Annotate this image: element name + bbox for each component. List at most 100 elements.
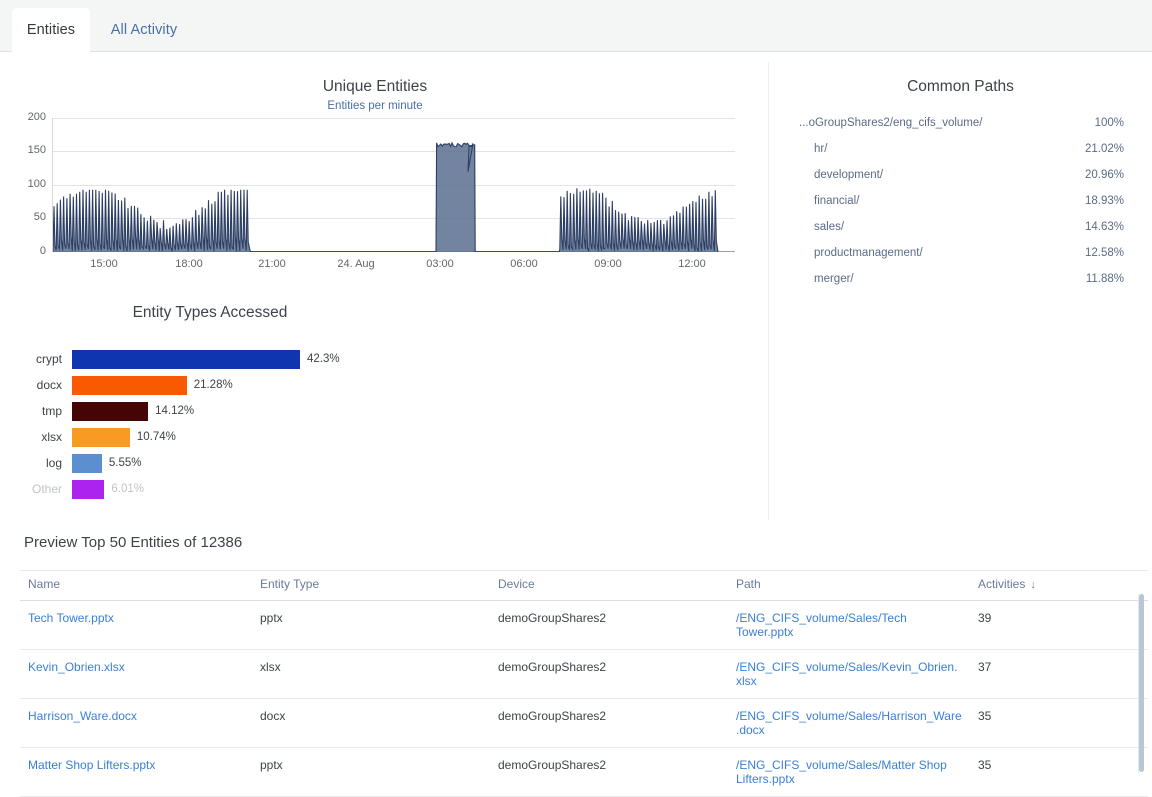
tab-all-activity[interactable]: All Activity xyxy=(96,8,192,52)
bar-label-tmp: tmp xyxy=(0,404,72,418)
bar-value-crypt: 42.3% xyxy=(300,353,340,365)
entity-path-link[interactable]: /ENG_CIFS_volume/Sales/Matter Shop Lifte… xyxy=(728,748,970,797)
bar-fill-docx xyxy=(72,376,187,395)
entity-name-link[interactable]: Harrison_Ware.docx xyxy=(20,699,252,748)
entity-name-link[interactable]: Tech Tower.pptx xyxy=(20,601,252,650)
table-header-row: Name Entity Type Device Path Activities↓ xyxy=(20,571,1148,601)
common-path-name: development/ xyxy=(769,169,1074,181)
entities-table: Name Entity Type Device Path Activities↓… xyxy=(20,570,1148,797)
common-path-percent: 12.58% xyxy=(1074,247,1152,259)
bar-label-crypt: crypt xyxy=(0,352,72,366)
entity-type-cell: docx xyxy=(252,699,490,748)
common-path-row[interactable]: ...oGroupShares2/eng_cifs_volume/100% xyxy=(769,110,1152,136)
tab-entities[interactable]: Entities xyxy=(12,8,90,52)
y-tick-100: 100 xyxy=(6,178,46,190)
column-header-entity-type[interactable]: Entity Type xyxy=(252,571,490,601)
common-path-name: sales/ xyxy=(769,221,1074,233)
bar-value-other: 6.01% xyxy=(104,483,144,495)
x-tick-2: 21:00 xyxy=(258,258,286,270)
x-tick-7: 12:00 xyxy=(678,258,706,270)
bar-value-log: 5.55% xyxy=(102,457,142,469)
entity-type-cell: pptx xyxy=(252,601,490,650)
bar-fill-xlsx xyxy=(72,428,130,447)
bar-value-xlsx: 10.74% xyxy=(130,431,176,443)
table-row[interactable]: Tech Tower.pptxpptxdemoGroupShares2/ENG_… xyxy=(20,601,1148,650)
common-path-row[interactable]: productmanagement/12.58% xyxy=(769,240,1152,266)
activities-cell: 35 xyxy=(970,699,1148,748)
x-tick-6: 09:00 xyxy=(594,258,622,270)
bar-row-tmp[interactable]: tmp 14.12% xyxy=(0,400,194,422)
y-axis-labels: 200 150 100 50 0 xyxy=(0,118,46,252)
bar-row-log[interactable]: log 5.55% xyxy=(0,452,142,474)
device-cell: demoGroupShares2 xyxy=(490,650,728,699)
x-tick-5: 06:00 xyxy=(510,258,538,270)
common-path-name: hr/ xyxy=(769,143,1074,155)
common-path-row[interactable]: financial/18.93% xyxy=(769,188,1152,214)
bar-label-log: log xyxy=(0,456,72,470)
entity-type-cell: xlsx xyxy=(252,650,490,699)
common-paths-panel: Common Paths ...oGroupShares2/eng_cifs_v… xyxy=(769,62,1152,312)
common-path-percent: 11.88% xyxy=(1074,273,1152,285)
device-cell: demoGroupShares2 xyxy=(490,748,728,797)
table-scrollbar-thumb[interactable] xyxy=(1139,594,1144,772)
common-path-percent: 18.93% xyxy=(1074,195,1152,207)
bar-fill-tmp xyxy=(72,402,148,421)
activities-cell: 35 xyxy=(970,748,1148,797)
entity-path-link[interactable]: /ENG_CIFS_volume/Sales/Tech Tower.pptx xyxy=(728,601,970,650)
column-header-path[interactable]: Path xyxy=(728,571,970,601)
entity-path-link[interactable]: /ENG_CIFS_volume/Sales/Harrison_Ware.doc… xyxy=(728,699,970,748)
table-row[interactable]: Matter Shop Lifters.pptxpptxdemoGroupSha… xyxy=(20,748,1148,797)
common-path-row[interactable]: merger/11.88% xyxy=(769,266,1152,292)
x-tick-4: 03:00 xyxy=(426,258,454,270)
common-paths-title: Common Paths xyxy=(769,78,1152,96)
tab-all-activity-label: All Activity xyxy=(111,22,177,38)
unique-entities-title: Unique Entities xyxy=(0,78,750,96)
activities-cell: 39 xyxy=(970,601,1148,650)
common-path-percent: 14.63% xyxy=(1074,221,1152,233)
common-path-row[interactable]: sales/14.63% xyxy=(769,214,1152,240)
common-path-row[interactable]: development/20.96% xyxy=(769,162,1152,188)
bar-fill-crypt xyxy=(72,350,300,369)
common-path-percent: 20.96% xyxy=(1074,169,1152,181)
bar-row-xlsx[interactable]: xlsx 10.74% xyxy=(0,426,176,448)
bar-label-other: Other xyxy=(0,482,72,496)
column-header-activities-label: Activities xyxy=(978,577,1025,591)
common-path-percent: 100% xyxy=(1074,117,1152,129)
bar-label-xlsx: xlsx xyxy=(0,430,72,444)
unique-entities-plot-area xyxy=(52,118,734,252)
x-tick-1: 18:00 xyxy=(175,258,203,270)
entity-types-chart: Entity Types Accessed crypt42.3%docx21.2… xyxy=(0,296,768,520)
x-tick-3: 24. Aug xyxy=(337,258,374,270)
bar-label-docx: docx xyxy=(0,378,72,392)
entity-path-link[interactable]: /ENG_CIFS_volume/Sales/Kevin_Obrien.xlsx xyxy=(728,650,970,699)
table-row[interactable]: Harrison_Ware.docxdocxdemoGroupShares2/E… xyxy=(20,699,1148,748)
y-tick-50: 50 xyxy=(6,211,46,223)
table-caption: Preview Top 50 Entities of 12386 xyxy=(24,534,242,551)
common-path-name: productmanagement/ xyxy=(769,247,1074,259)
entity-type-cell: pptx xyxy=(252,748,490,797)
device-cell: demoGroupShares2 xyxy=(490,601,728,650)
bar-fill-log xyxy=(72,454,102,473)
activities-cell: 37 xyxy=(970,650,1148,699)
table-row[interactable]: Kevin_Obrien.xlsxxlsxdemoGroupShares2/EN… xyxy=(20,650,1148,699)
bar-value-docx: 21.28% xyxy=(187,379,233,391)
y-tick-150: 150 xyxy=(6,144,46,156)
bar-row-crypt[interactable]: crypt 42.3% xyxy=(0,348,340,370)
common-path-name: merger/ xyxy=(769,273,1074,285)
bar-value-tmp: 14.12% xyxy=(148,405,194,417)
column-header-activities[interactable]: Activities↓ xyxy=(970,571,1148,601)
tab-bar: Entities All Activity xyxy=(0,0,1152,52)
entity-name-link[interactable]: Kevin_Obrien.xlsx xyxy=(20,650,252,699)
column-header-name[interactable]: Name xyxy=(20,571,252,601)
common-path-percent: 21.02% xyxy=(1074,143,1152,155)
bar-row-other[interactable]: Other 6.01% xyxy=(0,478,144,500)
bar-fill-other xyxy=(72,480,104,499)
bar-row-docx[interactable]: docx 21.28% xyxy=(0,374,233,396)
y-tick-200: 200 xyxy=(6,111,46,123)
common-path-name: financial/ xyxy=(769,195,1074,207)
x-tick-0: 15:00 xyxy=(90,258,118,270)
unique-entities-series xyxy=(53,118,735,252)
column-header-device[interactable]: Device xyxy=(490,571,728,601)
common-path-row[interactable]: hr/21.02% xyxy=(769,136,1152,162)
entity-name-link[interactable]: Matter Shop Lifters.pptx xyxy=(20,748,252,797)
